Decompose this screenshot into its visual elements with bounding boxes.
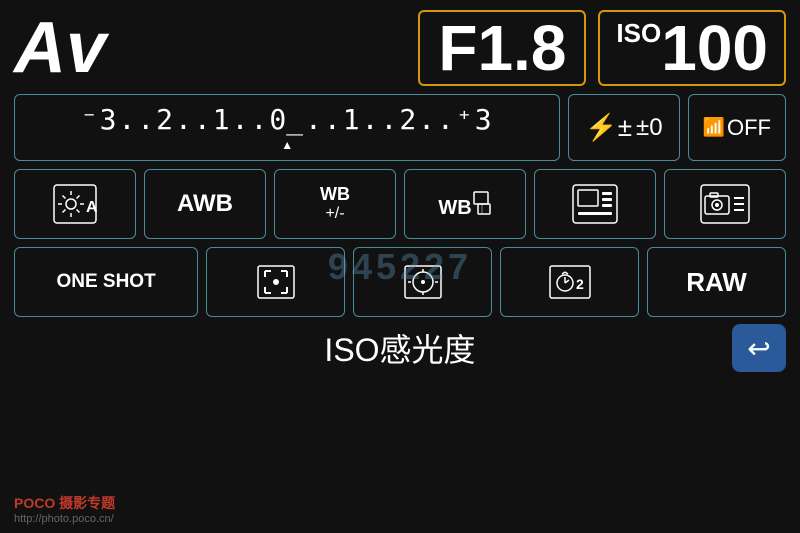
af-point-svg <box>257 265 295 299</box>
wb-adjust-box[interactable]: WB +/- <box>274 169 396 239</box>
ev-indicator: ▲ <box>27 138 547 152</box>
timer-svg: 2 <box>549 265 591 299</box>
camera-screen: 945227 Av F1.8 ISO 100 ⁻3..2..1..0̲..1..… <box>0 0 800 533</box>
wb-adjust-icon: WB +/- <box>320 185 350 222</box>
iso-value: 100 <box>661 16 768 80</box>
watermark-brand: POCO 摄影专题 <box>14 493 115 513</box>
metering-svg: A <box>53 184 97 224</box>
wifi-status: 📶 OFF <box>703 115 771 141</box>
timer-icon: 2 <box>549 265 591 299</box>
svg-text:2: 2 <box>576 276 584 292</box>
iso-display[interactable]: ISO 100 <box>598 10 786 86</box>
camera-function-box[interactable] <box>664 169 786 239</box>
drive-mode-box[interactable]: ONE SHOT <box>14 247 198 317</box>
camera-menu-svg <box>700 184 750 224</box>
picture-style-box[interactable] <box>534 169 656 239</box>
wifi-label: OFF <box>727 115 771 141</box>
bottom-label: ISO感光度 <box>324 325 475 371</box>
metering-mode-box[interactable]: A <box>14 169 136 239</box>
timer-box[interactable]: 2 <box>500 247 639 317</box>
watermark-url: http://photo.poco.cn/ <box>14 513 115 525</box>
iso-label: ISO <box>616 20 661 46</box>
white-balance-box[interactable]: AWB <box>144 169 266 239</box>
wb-bracket-box[interactable]: WB <box>404 169 526 239</box>
af-point-box[interactable] <box>206 247 345 317</box>
image-format-label: RAW <box>686 267 747 298</box>
poco-red: POCO <box>14 495 55 511</box>
flash-compensation-box[interactable]: ⚡± ±0 <box>568 94 679 161</box>
flash-icon: ⚡± <box>585 112 632 143</box>
ev-scale-box[interactable]: ⁻3..2..1..0̲..1..2..⁺3 ▲ <box>14 94 560 161</box>
top-info-row: Av F1.8 ISO 100 <box>14 10 786 86</box>
back-button[interactable]: ↩ <box>732 324 786 372</box>
image-format-box[interactable]: RAW <box>647 247 786 317</box>
wb-top-label: WB <box>320 185 350 205</box>
wifi-icon: 📶 <box>703 117 725 138</box>
aperture-display[interactable]: F1.8 <box>418 10 586 86</box>
poco-subtitle: 摄影专题 <box>59 495 115 511</box>
back-arrow-icon: ↩ <box>747 332 770 365</box>
af-mode-box[interactable] <box>353 247 492 317</box>
ev-row: ⁻3..2..1..0̲..1..2..⁺3 ▲ ⚡± ±0 📶 OFF <box>14 94 786 161</box>
wb-bracket-icon: WB <box>438 188 491 220</box>
metering-icon: A <box>53 184 97 224</box>
af-mode-svg <box>404 265 442 299</box>
ev-scale-display: ⁻3..2..1..0̲..1..2..⁺3 <box>27 103 547 136</box>
wb-bottom-label: +/- <box>320 205 350 223</box>
settings-row: A AWB WB +/- WB <box>14 169 786 239</box>
awb-label: AWB <box>177 190 233 218</box>
shooting-mode: Av <box>14 12 106 84</box>
drive-row: ONE SHOT <box>14 247 786 317</box>
svg-text:A: A <box>86 199 97 216</box>
bottom-row: ISO感光度 ↩ <box>14 325 786 371</box>
wb-bracket-svg <box>472 188 492 220</box>
watermark: POCO 摄影专题 http://photo.poco.cn/ <box>14 493 115 525</box>
picture-style-svg <box>572 184 618 224</box>
flash-value: ±0 <box>636 114 663 142</box>
drive-mode-label: ONE SHOT <box>56 271 155 293</box>
wifi-box[interactable]: 📶 OFF <box>688 94 786 161</box>
wb-bracket-label: WB <box>438 197 471 220</box>
